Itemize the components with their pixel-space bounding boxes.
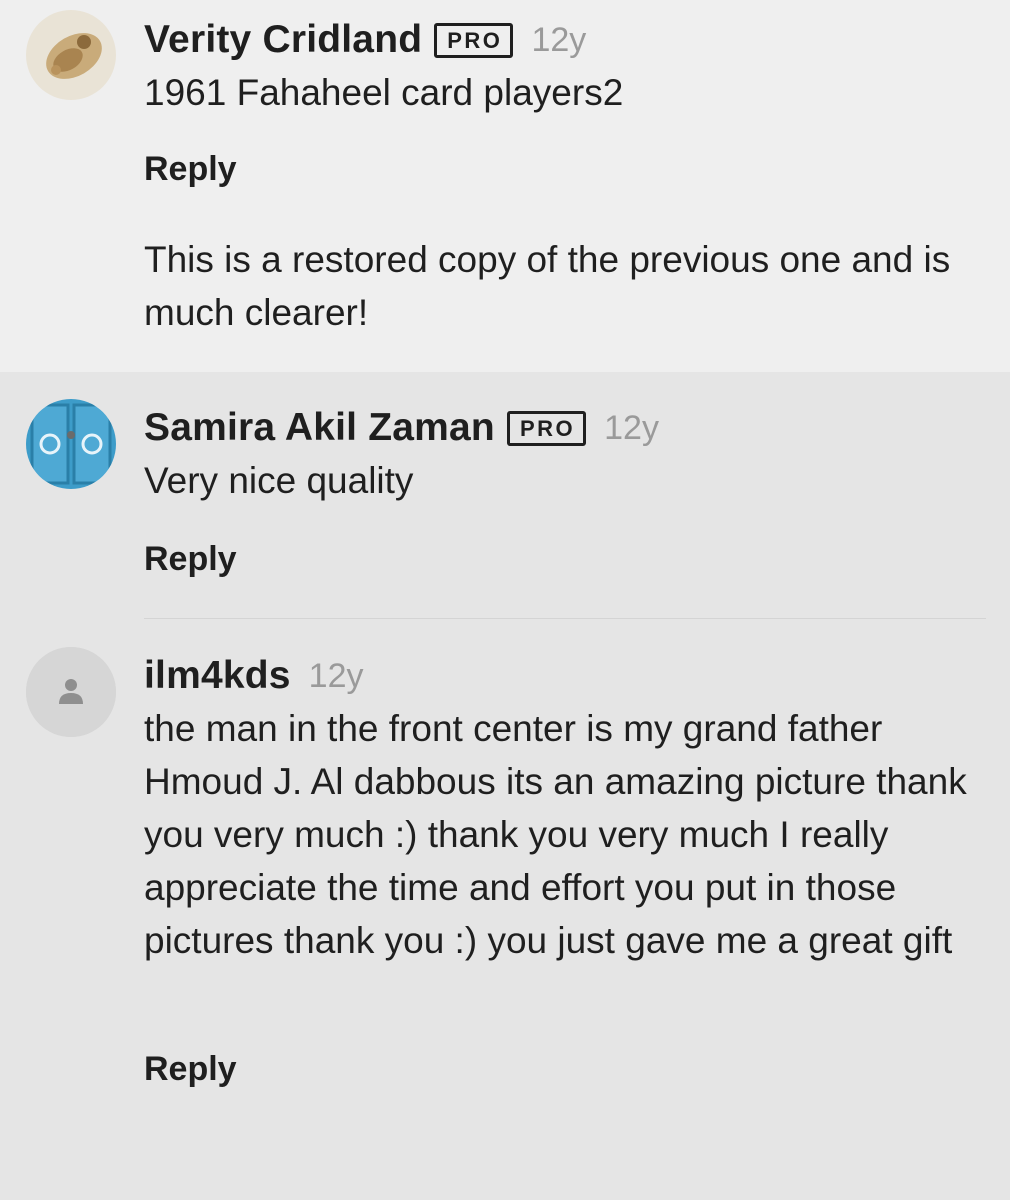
comment-header: ilm4kds 12y [144, 654, 363, 698]
pro-badge: PRO [506, 410, 587, 446]
comment-header: Samira Akil Zaman PRO 12y [144, 406, 659, 450]
reply-button[interactable]: Reply [144, 150, 237, 189]
comment-header: Verity Cridland PRO 12y [144, 18, 586, 62]
author-name[interactable]: Samira Akil Zaman [144, 406, 495, 450]
comment-text: 1961 Fahaheel card players2 [144, 72, 624, 113]
reply-button[interactable]: Reply [144, 540, 237, 579]
reply-text: This is a restored copy of the previous … [144, 239, 951, 333]
avatar[interactable] [26, 647, 116, 737]
user-icon [26, 647, 116, 737]
divider [144, 618, 986, 619]
reply-button[interactable]: Reply [144, 1050, 237, 1089]
comment-text: the man in the front center is my grand … [144, 708, 967, 961]
avatar[interactable] [26, 399, 116, 489]
avatar[interactable] [26, 10, 116, 100]
timestamp: 12y [604, 408, 659, 447]
author-name[interactable]: Verity Cridland [144, 18, 422, 62]
comment-text: Very nice quality [144, 460, 414, 501]
author-name[interactable]: ilm4kds [144, 654, 291, 698]
comment-item: Samira Akil Zaman PRO 12y Very nice qual… [0, 372, 1010, 620]
timestamp: 12y [308, 656, 364, 695]
pro-badge: PRO [434, 22, 514, 58]
comment-item: Verity Cridland PRO 12y 1961 Fahaheel ca… [0, 0, 1010, 372]
comment-item: ilm4kds 12y the man in the front center … [0, 620, 1010, 1200]
timestamp: 12y [531, 20, 587, 59]
